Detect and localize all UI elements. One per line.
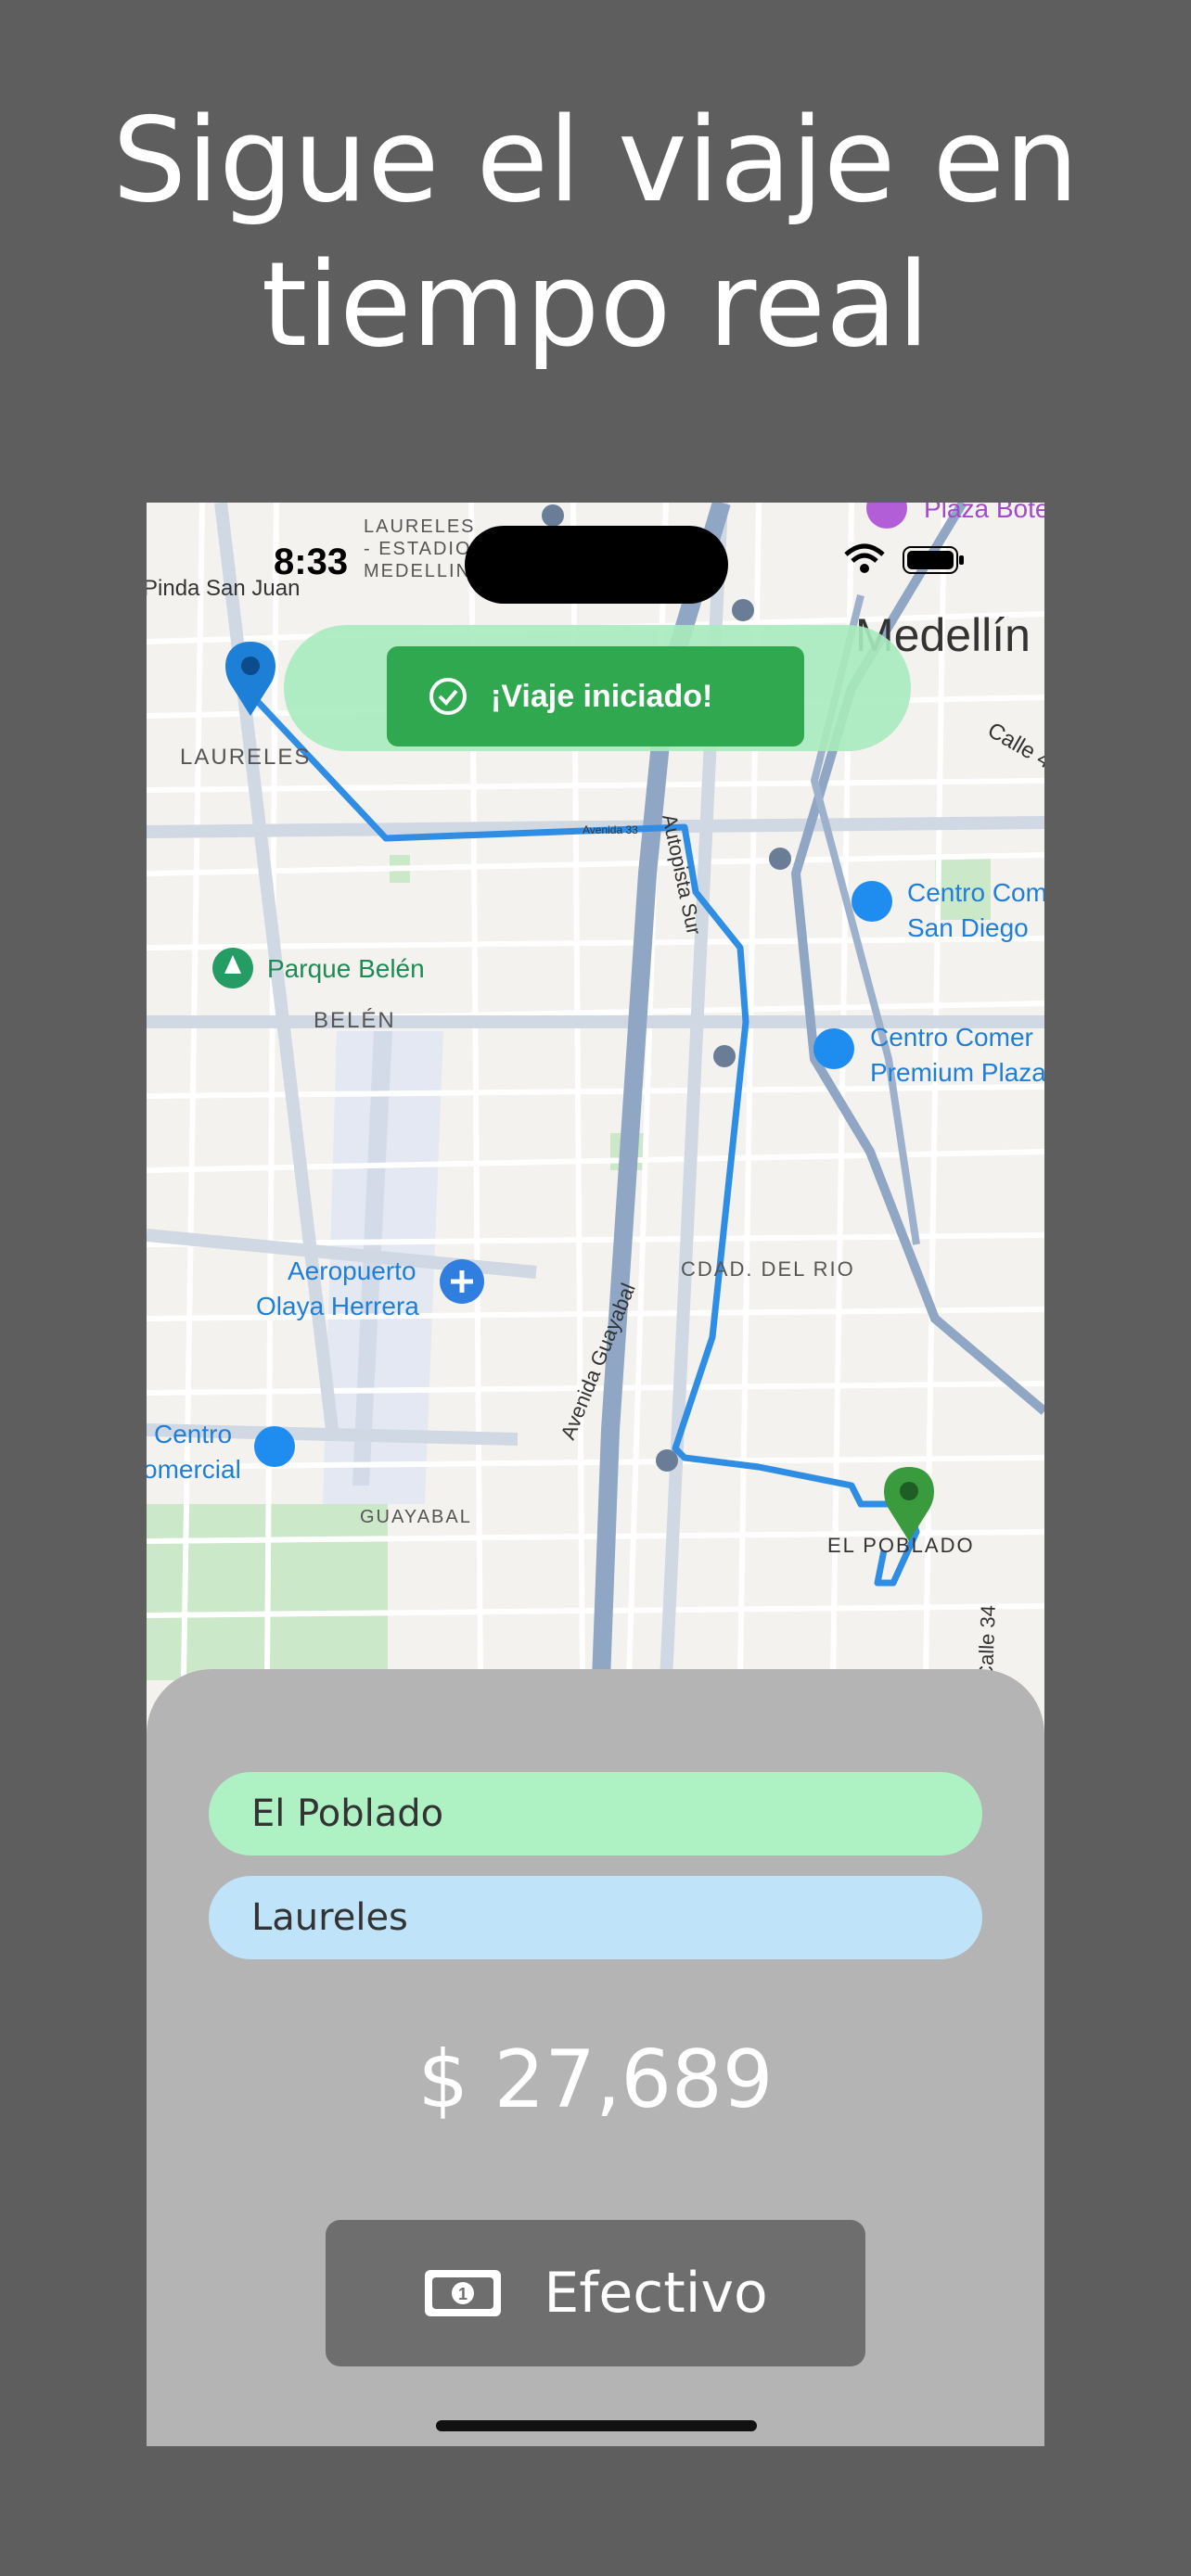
svg-text:1: 1 <box>458 2285 467 2303</box>
origin-label: El Poblado <box>251 1792 444 1835</box>
status-bar-time: 8:33 <box>274 542 349 582</box>
payment-method-button[interactable]: 1 Efectivo <box>326 2220 865 2366</box>
map-label-centro-premium-1: Centro Comer <box>870 1023 1033 1052</box>
map-label-laureles: LAURELES <box>180 745 311 770</box>
map-label-avenida-33: Avenida 33 <box>583 823 638 836</box>
map-label-laureles-estadio-2: - ESTADIO <box>364 539 472 559</box>
map-label-laureles-estadio-3: MEDELLIN <box>364 561 471 581</box>
trip-sheet: El Poblado Laureles $ 27,689 1 Efectivo <box>147 1669 1044 2446</box>
toast-message: ¡Viaje iniciado! <box>491 678 713 714</box>
check-circle-icon <box>429 678 467 715</box>
phone-screen: LAURELES - ESTADIO MEDELLIN LAURELES BEL… <box>147 503 1044 2446</box>
destination-field[interactable]: Laureles <box>209 1876 982 1959</box>
map-label-centro-san-diego-2: San Diego <box>907 913 1029 942</box>
map-label-centro-premium-2: Premium Plaza <box>870 1058 1044 1087</box>
trip-started-toast: ¡Viaje iniciado! <box>387 646 804 746</box>
home-indicator <box>436 2420 757 2431</box>
destination-label: Laureles <box>251 1896 408 1939</box>
cash-icon: 1 <box>425 2270 502 2316</box>
map-label-aeropuerto-1: Aeropuerto <box>288 1256 416 1285</box>
map-label-cdad-del-rio: CDAD. DEL RIO <box>681 1257 855 1281</box>
map-label-plaza-botero: Plaza Botero <box>924 503 1044 523</box>
wifi-icon <box>844 543 885 573</box>
map-label-el-poblado: EL POBLADO <box>827 1534 975 1557</box>
map-label-guayabal: GUAYABAL <box>360 1507 472 1527</box>
dynamic-island <box>465 526 728 604</box>
origin-field[interactable]: El Poblado <box>209 1772 982 1855</box>
map-label-centro-san-diego-1: Centro Com <box>907 878 1044 907</box>
map-label-belen: BELÉN <box>314 1008 396 1033</box>
map-label-aeropuerto-2: Olaya Herrera <box>256 1292 419 1320</box>
map-label-centro-comercial-1: Centro <box>154 1420 232 1448</box>
map-label-laureles-estadio-1: LAURELES <box>364 516 476 537</box>
map-label-centro-comercial-2: omercial <box>147 1455 241 1484</box>
headline-line-1: Sigue el viaje en <box>112 92 1079 228</box>
park-icon <box>212 948 253 988</box>
airport-icon <box>440 1259 484 1304</box>
payment-method-label: Efectivo <box>544 2261 768 2326</box>
headline: Sigue el viaje en tiempo real <box>0 88 1191 377</box>
map-label-parque-belen: Parque Belén <box>267 954 425 983</box>
headline-line-2: tiempo real <box>261 236 930 373</box>
battery-icon <box>903 546 964 574</box>
trip-price: $ 27,689 <box>417 2034 774 2126</box>
